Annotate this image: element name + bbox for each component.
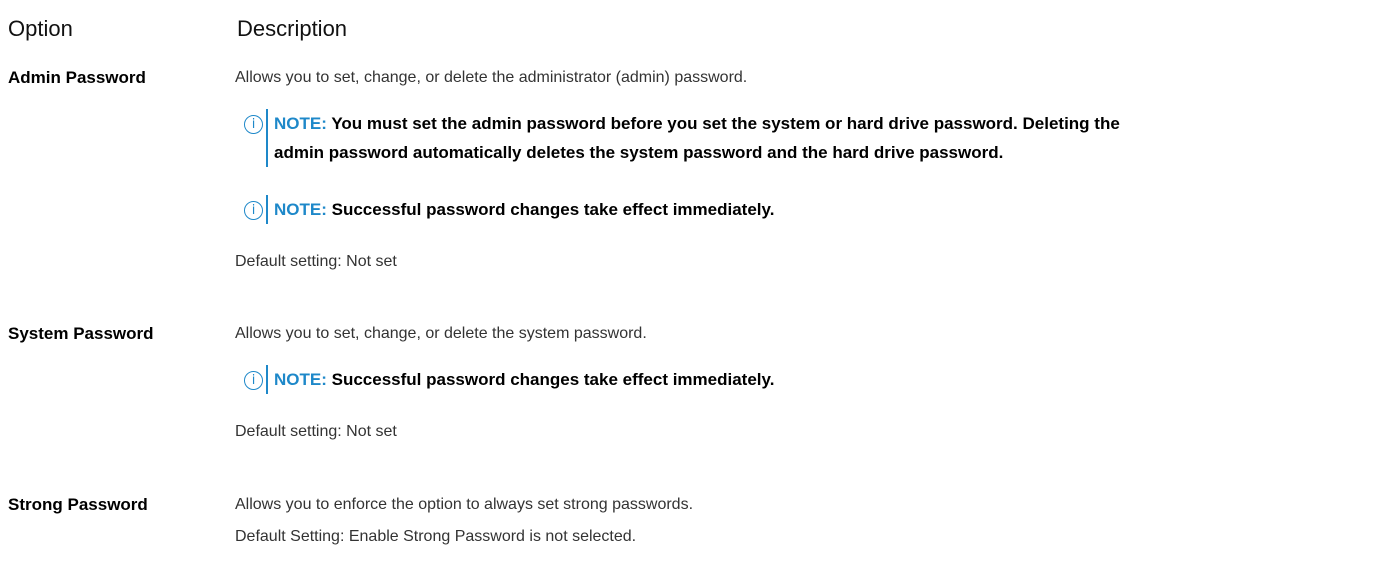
default-setting-strong-password: Default Setting: Enable Strong Password … (235, 528, 637, 545)
default-setting-system-password: Default setting: Not set (235, 423, 397, 440)
default-setting-admin-password: Default setting: Not set (235, 253, 397, 270)
note-keyword: NOTE: (274, 114, 327, 133)
option-label-strong-password: Strong Password (8, 495, 148, 514)
note-keyword: NOTE: (274, 370, 327, 389)
option-label-admin-password: Admin Password (8, 68, 146, 87)
option-label-system-password: System Password (8, 324, 154, 343)
note-text-line: You must set the admin password before y… (331, 114, 1120, 133)
option-description-admin-password: Allows you to set, change, or delete the… (235, 69, 748, 86)
note-body: NOTE: Successful password changes take e… (266, 195, 774, 224)
note-admin-2: i NOTE: Successful password changes take… (244, 195, 774, 224)
header-description: Description (237, 16, 348, 41)
note-body: NOTE: Successful password changes take e… (266, 365, 774, 394)
option-description-strong-password: Allows you to enforce the option to alwa… (235, 496, 694, 513)
header-option: Option (8, 16, 73, 41)
note-text-line: Successful password changes take effect … (331, 200, 775, 219)
note-text-line: Successful password changes take effect … (331, 370, 775, 389)
note-text-line: admin password automatically deletes the… (274, 143, 1004, 162)
note-body: NOTE: You must set the admin password be… (266, 109, 1120, 167)
info-circle-icon: i (244, 371, 263, 390)
option-description-system-password: Allows you to set, change, or delete the… (235, 325, 647, 342)
info-circle-icon: i (244, 201, 263, 220)
note-admin-1: i NOTE: You must set the admin password … (244, 109, 1120, 167)
info-circle-icon: i (244, 115, 263, 134)
note-system-1: i NOTE: Successful password changes take… (244, 365, 774, 394)
note-keyword: NOTE: (274, 200, 327, 219)
